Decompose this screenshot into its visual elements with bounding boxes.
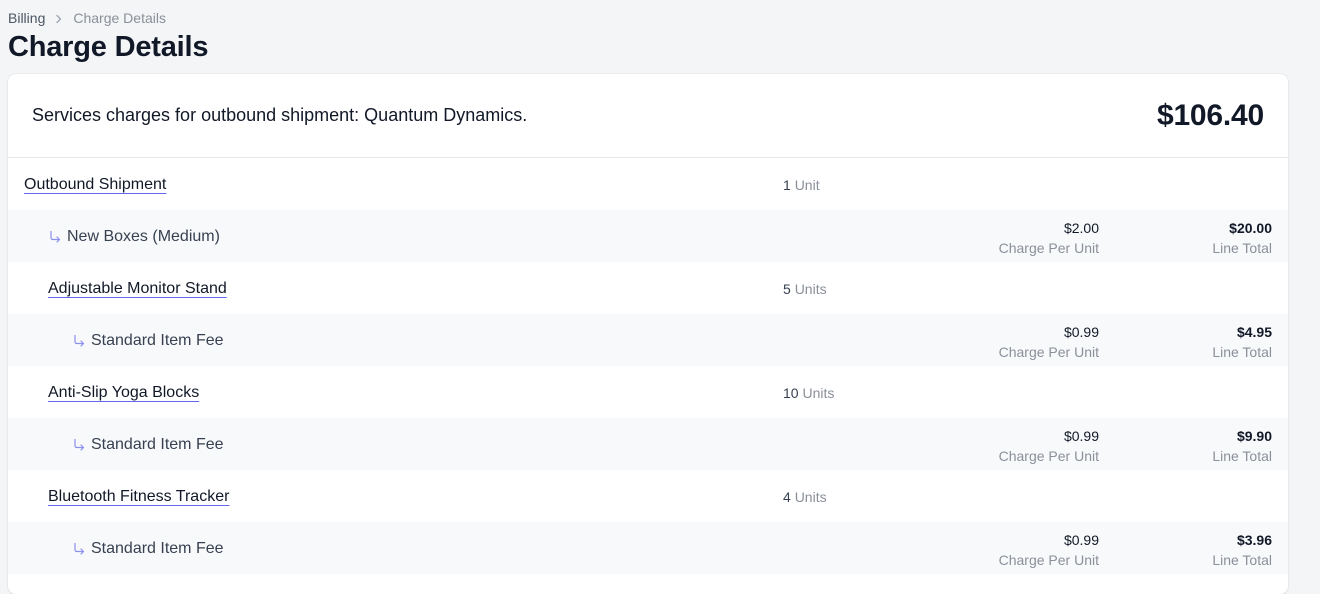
page-title: Charge Details (8, 31, 209, 63)
charge-per-unit: $0.99 Charge Per Unit (999, 530, 1099, 570)
charge-per-unit-label: Charge Per Unit (998, 344, 1099, 360)
chevron-right-icon (45, 10, 73, 26)
item-link[interactable]: Adjustable Monitor Stand (48, 279, 227, 299)
item-row: Outbound Shipment 1 Unit (8, 158, 1288, 210)
charge-per-unit: $0.99 Charge Per Unit (999, 426, 1099, 466)
fee-row: Standard Item Fee $0.99 Charge Per Unit $9.… (8, 418, 1288, 470)
item-row: Bluetooth Fitness Tracker 4 Units (8, 470, 1288, 522)
quantity-value: 4 (783, 489, 791, 505)
breadcrumb-current: Charge Details (73, 10, 166, 26)
charge-per-unit-value: $2.00 (1063, 220, 1099, 236)
quantity-unit: Unit (794, 177, 820, 193)
item-link[interactable]: Outbound Shipment (24, 175, 166, 195)
quantity-unit: Units (802, 385, 835, 401)
fee-row: Standard Item Fee $0.99 Charge Per Unit $4.… (8, 314, 1288, 366)
line-total: $3.96 Line Total (1212, 530, 1272, 570)
line-total-label: Line Total (1212, 344, 1272, 360)
item-link[interactable]: Anti-Slip Yoga Blocks (48, 383, 199, 403)
breadcrumb: Billing Charge Details (8, 10, 166, 26)
fee-name: Standard Item Fee (72, 331, 224, 351)
charges-summary: Services charges for outbound shipment: … (8, 74, 1288, 158)
fee-label: Standard Item Fee (91, 540, 224, 557)
item-quantity: 5 Units (783, 281, 827, 297)
fee-row: Standard Item Fee $0.99 Charge Per Unit $3.… (8, 522, 1288, 574)
fee-name: Standard Item Fee (72, 435, 224, 455)
charge-details-page: Billing Charge Details Charge Details Se… (0, 0, 1320, 594)
charge-per-unit-label: Charge Per Unit (998, 552, 1099, 568)
fee-row: New Boxes (Medium) $2.00 Charge Per Unit $2… (8, 210, 1288, 262)
charge-per-unit-value: $0.99 (1063, 428, 1099, 444)
charge-per-unit: $0.99 Charge Per Unit (999, 322, 1099, 362)
subitem-arrow-icon (48, 230, 62, 244)
quantity-value: 5 (783, 281, 791, 297)
charge-per-unit-value: $0.99 (1063, 324, 1099, 340)
item-quantity: 1 Unit (783, 177, 820, 193)
item-row: Adjustable Monitor Stand 5 Units (8, 262, 1288, 314)
line-total-label: Line Total (1212, 552, 1272, 568)
line-total-value: $4.95 (1236, 324, 1272, 340)
item-quantity: 10 Units (783, 385, 834, 401)
quantity-value: 10 (783, 385, 799, 401)
line-total: $9.90 Line Total (1212, 426, 1272, 466)
line-total-label: Line Total (1212, 240, 1272, 256)
charges-total: $106.40 (1156, 98, 1264, 132)
quantity-unit: Units (794, 281, 827, 297)
subitem-arrow-icon (72, 542, 86, 556)
subitem-arrow-icon (72, 334, 86, 348)
line-total-value: $9.90 (1236, 428, 1272, 444)
charge-per-unit-value: $0.99 (1063, 532, 1099, 548)
charges-card: Services charges for outbound shipment: … (8, 74, 1288, 594)
fee-name: New Boxes (Medium) (48, 227, 220, 247)
charges-list: Outbound Shipment 1 Unit New Boxes (Medium… (8, 158, 1288, 574)
charge-per-unit-label: Charge Per Unit (998, 448, 1099, 464)
item-quantity: 4 Units (783, 489, 827, 505)
fee-label: Standard Item Fee (91, 436, 224, 453)
item-link[interactable]: Bluetooth Fitness Tracker (48, 487, 229, 507)
charge-per-unit: $2.00 Charge Per Unit (999, 218, 1099, 258)
fee-label: New Boxes (Medium) (67, 228, 220, 245)
line-total-value: $20.00 (1229, 220, 1272, 236)
item-row: Anti-Slip Yoga Blocks 10 Units (8, 366, 1288, 418)
line-total: $4.95 Line Total (1212, 322, 1272, 362)
subitem-arrow-icon (72, 438, 86, 452)
breadcrumb-billing-link[interactable]: Billing (8, 10, 45, 26)
fee-label: Standard Item Fee (91, 332, 224, 349)
charges-description: Services charges for outbound shipment: … (32, 105, 528, 125)
charge-per-unit-label: Charge Per Unit (998, 240, 1099, 256)
quantity-value: 1 (783, 177, 791, 193)
line-total-value: $3.96 (1236, 532, 1272, 548)
line-total-label: Line Total (1212, 448, 1272, 464)
line-total: $20.00 Line Total (1212, 218, 1272, 258)
fee-name: Standard Item Fee (72, 539, 224, 559)
quantity-unit: Units (794, 489, 827, 505)
